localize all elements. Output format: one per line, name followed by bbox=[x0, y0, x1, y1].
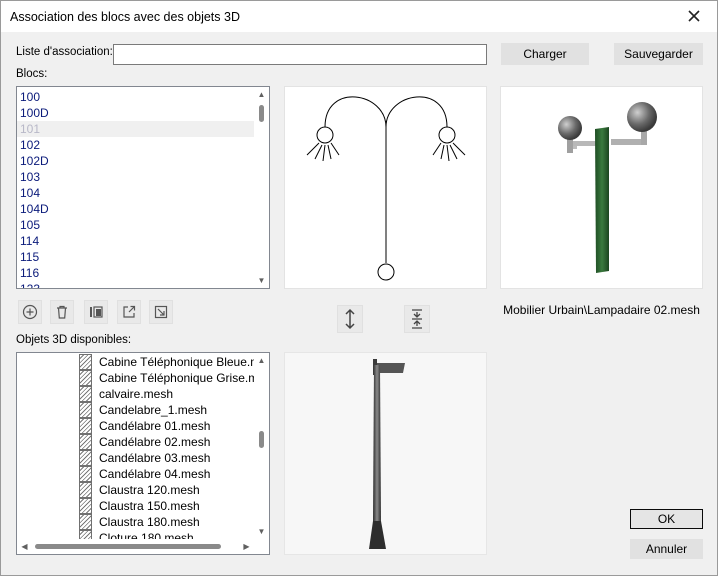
scroll-thumb[interactable] bbox=[259, 431, 264, 448]
mesh-file-icon bbox=[79, 498, 92, 514]
close-button[interactable] bbox=[679, 4, 709, 28]
mesh-file-icon bbox=[79, 530, 92, 539]
mesh-file-icon bbox=[79, 434, 92, 450]
ok-button[interactable]: OK bbox=[630, 509, 703, 529]
objects-tree-item-label: Cloture 180.mesh bbox=[99, 531, 194, 539]
objects-tree-item[interactable]: Cabine Téléphonique Bleue.mesh bbox=[17, 354, 255, 370]
blocks-list-item[interactable]: 104 bbox=[17, 185, 255, 201]
import-icon bbox=[154, 305, 168, 319]
scroll-thumb[interactable] bbox=[259, 105, 264, 122]
import-button[interactable] bbox=[149, 300, 173, 324]
title-bar: Association des blocs avec des objets 3D bbox=[1, 1, 717, 32]
blocks-list-item[interactable]: 102 bbox=[17, 137, 255, 153]
blocks-list[interactable]: 100 100D 101 102 102D 103 104 104D 105 114 115 116 1… bbox=[16, 86, 270, 289]
objects-tree-item[interactable]: Candelabre_1.mesh bbox=[17, 402, 255, 418]
blocks-list-item[interactable]: 104D bbox=[17, 201, 255, 217]
flip-vertical-button[interactable] bbox=[337, 305, 363, 333]
objects-vscrollbar[interactable]: ▲ ▼ bbox=[254, 353, 269, 539]
objects-hscrollbar[interactable]: ◀ ▶ bbox=[17, 539, 254, 554]
assign-button[interactable] bbox=[84, 300, 108, 324]
blocks-list-items: 100 100D 101 102 102D 103 104 104D 105 114 115 116 1… bbox=[17, 89, 255, 288]
scroll-right-arrow-icon[interactable]: ▶ bbox=[239, 539, 254, 554]
vertical-arrows-icon bbox=[345, 308, 355, 330]
block-2d-preview bbox=[284, 86, 487, 289]
block-symbol-drawing bbox=[306, 96, 466, 281]
objects-tree-item[interactable]: Candélabre 04.mesh bbox=[17, 466, 255, 482]
cancel-button[interactable]: Annuler bbox=[630, 539, 703, 559]
mesh-file-icon bbox=[79, 482, 92, 498]
object-3d-preview bbox=[284, 352, 487, 555]
export-icon bbox=[123, 305, 136, 318]
mesh-file-icon bbox=[79, 466, 92, 482]
objects-tree-item-label: Candélabre 04.mesh bbox=[99, 467, 211, 481]
blocks-list-item[interactable]: 100D bbox=[17, 105, 255, 121]
mesh-file-icon bbox=[79, 354, 92, 370]
objects-tree-item-label: Cabine Téléphonique Bleue.mesh bbox=[99, 355, 255, 369]
trash-icon bbox=[57, 305, 67, 319]
scroll-left-arrow-icon[interactable]: ◀ bbox=[17, 539, 32, 554]
hscroll-thumb[interactable] bbox=[35, 544, 221, 549]
scroll-down-arrow-icon[interactable]: ▼ bbox=[254, 524, 269, 539]
plus-circle-icon bbox=[22, 304, 38, 320]
blocks-list-item[interactable]: 114 bbox=[17, 233, 255, 249]
fit-vertical-button[interactable] bbox=[404, 305, 430, 333]
mesh-file-icon bbox=[79, 514, 92, 530]
objects-tree-item-label: Candélabre 03.mesh bbox=[99, 451, 211, 465]
association-label: Liste d'association: bbox=[16, 46, 113, 58]
objects-tree-items: Cabine Téléphonique Bleue.mesh Cabine Tél… bbox=[17, 354, 255, 539]
association-input[interactable] bbox=[113, 44, 487, 65]
objects-tree-item[interactable]: Claustra 120.mesh bbox=[17, 482, 255, 498]
blocks-scrollbar[interactable]: ▲ ▼ bbox=[254, 87, 269, 288]
objects-tree-item[interactable]: Candélabre 03.mesh bbox=[17, 450, 255, 466]
fit-vertical-icon bbox=[412, 309, 422, 329]
mesh-file-icon bbox=[79, 418, 92, 434]
blocks-list-item[interactable]: 105 bbox=[17, 217, 255, 233]
mesh-file-icon bbox=[79, 386, 92, 402]
blocks-list-item[interactable]: 101 bbox=[17, 121, 255, 137]
objects-tree-item-label: Candélabre 02.mesh bbox=[99, 435, 211, 449]
blocks-label: Blocs: bbox=[16, 68, 48, 80]
scroll-up-arrow-icon[interactable]: ▲ bbox=[254, 87, 269, 102]
add-button[interactable] bbox=[18, 300, 42, 324]
export-button[interactable] bbox=[117, 300, 141, 324]
objects-tree-item-label: Candélabre 01.mesh bbox=[99, 419, 211, 433]
objects-tree-item[interactable]: Claustra 180.mesh bbox=[17, 514, 255, 530]
load-button[interactable]: Charger bbox=[501, 43, 589, 65]
blocks-list-item[interactable]: 123 bbox=[17, 281, 255, 288]
assign-icon bbox=[90, 306, 103, 318]
objects-tree-item-label: Claustra 150.mesh bbox=[99, 499, 200, 513]
mesh-file-icon bbox=[79, 370, 92, 386]
blocks-list-item[interactable]: 103 bbox=[17, 169, 255, 185]
window-title: Association des blocs avec des objets 3D bbox=[10, 10, 240, 24]
objects-tree-item[interactable]: calvaire.mesh bbox=[17, 386, 255, 402]
objects-tree-item[interactable]: Cloture 180.mesh bbox=[17, 530, 255, 539]
lamppost-3d-render bbox=[558, 102, 657, 273]
objects-tree-item[interactable]: Candélabre 01.mesh bbox=[17, 418, 255, 434]
objects-label: Objets 3D disponibles: bbox=[16, 334, 132, 346]
objects-tree-item-label: Claustra 180.mesh bbox=[99, 515, 200, 529]
blocks-list-item[interactable]: 100 bbox=[17, 89, 255, 105]
objects-tree-item-label: Candelabre_1.mesh bbox=[99, 403, 208, 417]
objects-tree-item-label: Cabine Téléphonique Grise.mesh bbox=[99, 371, 255, 385]
blocks-list-item[interactable]: 115 bbox=[17, 249, 255, 265]
objects-tree-item[interactable]: Candélabre 02.mesh bbox=[17, 434, 255, 450]
dialog-window: Association des blocs avec des objets 3D… bbox=[0, 0, 718, 576]
mesh-file-icon bbox=[79, 402, 92, 418]
delete-button[interactable] bbox=[50, 300, 74, 324]
objects-tree-item[interactable]: Cabine Téléphonique Grise.mesh bbox=[17, 370, 255, 386]
scroll-down-arrow-icon[interactable]: ▼ bbox=[254, 273, 269, 288]
objects-tree[interactable]: Cabine Téléphonique Bleue.mesh Cabine Tél… bbox=[16, 352, 270, 555]
save-button[interactable]: Sauvegarder bbox=[614, 43, 703, 65]
objects-tree-item-label: Claustra 120.mesh bbox=[99, 483, 200, 497]
associated-mesh-caption: Mobilier Urbain\Lampadaire 02.mesh bbox=[503, 303, 700, 317]
objects-tree-item[interactable]: Claustra 150.mesh bbox=[17, 498, 255, 514]
associated-3d-preview bbox=[500, 86, 703, 289]
objects-tree-item-label: calvaire.mesh bbox=[99, 387, 174, 401]
scroll-up-arrow-icon[interactable]: ▲ bbox=[254, 353, 269, 368]
mesh-file-icon bbox=[79, 450, 92, 466]
blocks-list-item[interactable]: 116 bbox=[17, 265, 255, 281]
blocks-list-item[interactable]: 102D bbox=[17, 153, 255, 169]
candelabre-3d-render bbox=[369, 359, 405, 549]
close-icon bbox=[688, 10, 700, 22]
